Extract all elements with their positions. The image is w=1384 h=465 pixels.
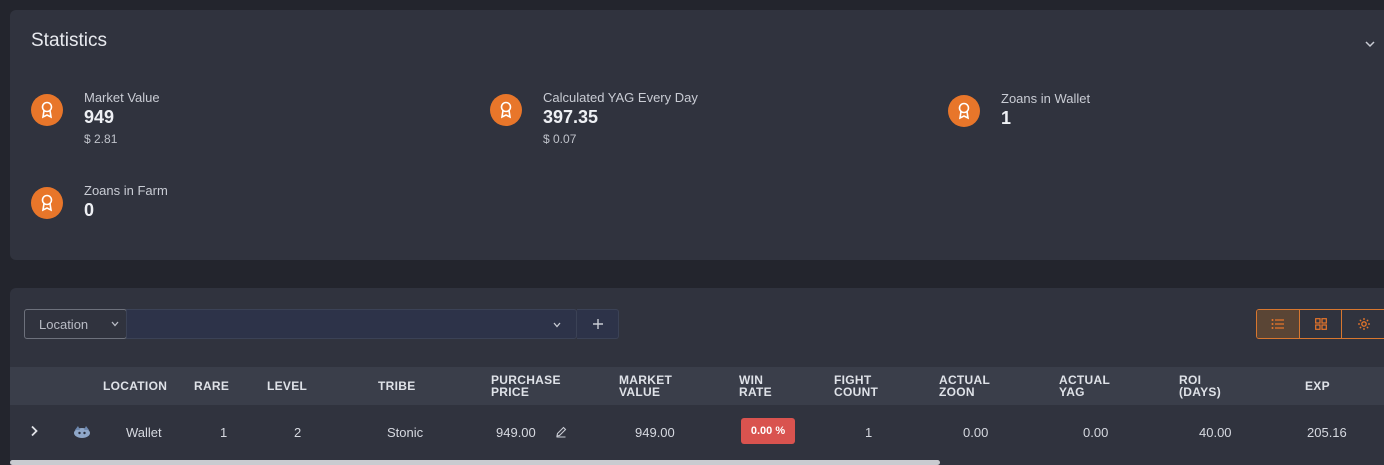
stat-value: 1 — [1001, 108, 1012, 128]
grid-view-button[interactable] — [1299, 310, 1343, 338]
view-toggle-group — [1256, 309, 1384, 339]
filter-field-label: Location — [39, 317, 89, 332]
stat-label: Market Value — [84, 90, 160, 105]
win-rate-badge: 0.00 % — [741, 418, 795, 444]
award-icon — [490, 94, 522, 126]
column-header-actual-yag[interactable]: ACTUAL YAG — [1059, 374, 1119, 398]
cell-fight-count: 1 — [865, 425, 873, 440]
cell-actual-yag: 0.00 — [1083, 425, 1109, 440]
settings-button[interactable] — [1342, 310, 1384, 338]
cell-level: 2 — [294, 425, 302, 440]
stat-zoans-in-wallet: Zoans in Wallet 1 — [948, 91, 1348, 151]
stat-usd-value: $ 2.81 — [84, 132, 118, 146]
column-header-actual-zoon[interactable]: ACTUAL ZOON — [939, 374, 1009, 398]
chevron-down-icon — [553, 322, 561, 328]
award-icon — [31, 94, 63, 126]
column-header-rare[interactable]: RARE — [194, 380, 229, 392]
stat-label: Calculated YAG Every Day — [543, 90, 698, 105]
plus-icon — [592, 319, 603, 329]
column-header-exp[interactable]: EXP — [1305, 380, 1330, 392]
cell-actual-zoon: 0.00 — [963, 425, 989, 440]
stat-label: Zoans in Wallet — [1001, 91, 1091, 106]
add-filter-button[interactable] — [577, 309, 619, 339]
statistics-panel: Statistics Market Value 949 $ 2.81 Calcu… — [10, 10, 1384, 260]
filter-field-select[interactable]: Location — [24, 309, 127, 339]
column-header-win-rate[interactable]: WIN RATE — [739, 374, 789, 398]
zoans-table-panel: Location LOCATION RARE LEVEL TRIBE PURCH… — [10, 288, 1384, 465]
cell-market-value: 949.00 — [635, 425, 675, 440]
table-row[interactable]: Wallet 1 2 Stonic 949.00 949.00 0.00 % 1… — [10, 405, 1384, 457]
chevron-right-icon[interactable] — [28, 425, 40, 437]
list-view-button[interactable] — [1257, 310, 1300, 338]
cell-exp: 205.16 — [1307, 425, 1347, 440]
column-header-market-value[interactable]: MARKET VALUE — [619, 374, 689, 398]
column-header-level[interactable]: LEVEL — [267, 380, 307, 392]
statistics-title: Statistics — [31, 30, 108, 51]
stat-value: 0 — [84, 200, 95, 220]
cell-rare: 1 — [220, 425, 228, 440]
stat-value: 949 — [84, 107, 115, 127]
award-icon — [31, 187, 63, 219]
stat-zoans-in-farm: Zoans in Farm 0 — [31, 183, 431, 243]
cell-purchase-price: 949.00 — [496, 425, 536, 440]
stat-usd-value: $ 0.07 — [543, 132, 577, 146]
column-header-purchase-price[interactable]: PURCHASE PRICE — [491, 374, 571, 398]
column-header-tribe[interactable]: TRIBE — [378, 380, 416, 392]
horizontal-scrollbar[interactable] — [10, 460, 940, 465]
list-icon — [1271, 319, 1284, 329]
cell-tribe: Stonic — [387, 425, 424, 440]
stat-market-value: Market Value 949 $ 2.81 — [31, 90, 431, 150]
pencil-icon[interactable] — [555, 426, 567, 438]
zoan-avatar-icon — [74, 426, 90, 438]
chevron-down-icon[interactable] — [1364, 38, 1376, 50]
chevron-down-icon — [111, 321, 119, 327]
column-header-location[interactable]: LOCATION — [103, 380, 167, 392]
stat-value: 397.35 — [543, 107, 599, 127]
stat-yag-every-day: Calculated YAG Every Day 397.35 $ 0.07 — [490, 90, 890, 150]
table-header: LOCATION RARE LEVEL TRIBE PURCHASE PRICE… — [10, 367, 1384, 405]
filter-value-dropdown[interactable] — [126, 309, 577, 339]
column-header-roi-days[interactable]: ROI (DAYS) — [1179, 374, 1234, 398]
column-header-fight-count[interactable]: FIGHT COUNT — [834, 374, 894, 398]
grid-icon — [1314, 318, 1327, 330]
gear-icon — [1357, 318, 1370, 330]
award-icon — [948, 95, 980, 127]
cell-location: Wallet — [126, 425, 162, 440]
cell-roi-days: 40.00 — [1199, 425, 1232, 440]
stat-label: Zoans in Farm — [84, 183, 168, 198]
